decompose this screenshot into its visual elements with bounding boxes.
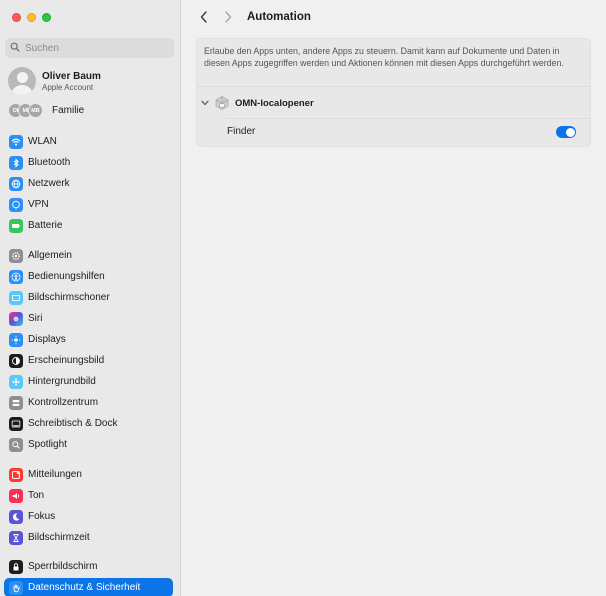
page-title: Automation (247, 11, 311, 23)
moon-icon (9, 509, 23, 524)
sidebar-item-label: Spotlight (28, 439, 67, 450)
sidebar-item-label: Batterie (28, 220, 63, 231)
accessibility-icon (9, 269, 23, 284)
screensaver-icon (9, 290, 23, 305)
divider (226, 118, 590, 119)
magnifier-icon (9, 437, 23, 452)
bell-icon (9, 467, 23, 482)
battery-icon (9, 218, 23, 233)
window-controls (12, 13, 51, 22)
sidebar-item-erscheinungsbild[interactable]: Erscheinungsbild (4, 351, 173, 370)
app-disclosure-row[interactable]: OMN-localopener (201, 95, 314, 111)
minimize-window-button[interactable] (27, 13, 36, 22)
account-name: Oliver Baum (42, 70, 101, 82)
sidebar-item-bildschirmzeit[interactable]: Bildschirmzeit (4, 528, 173, 547)
family-label: Familie (52, 105, 85, 116)
sidebar-item-label: Displays (28, 334, 66, 345)
sidebar-item-label: Sperrbildschirm (28, 561, 98, 572)
sidebar-item-bluetooth[interactable]: Bluetooth (4, 153, 173, 172)
sidebar-item-spotlight[interactable]: Spotlight (4, 435, 173, 454)
automation-description: Erlaube den Apps unten, andere Apps zu s… (204, 46, 564, 68)
sidebar-item-wlan[interactable]: WLAN (4, 132, 173, 151)
close-window-button[interactable] (12, 13, 21, 22)
sliders-icon (9, 395, 23, 410)
sidebar-item-bedienungshilfen[interactable]: Bedienungshilfen (4, 267, 173, 286)
divider (197, 86, 590, 87)
sidebar-item-label: Allgemein (28, 250, 72, 261)
forward-button[interactable] (221, 10, 235, 24)
gear-icon (9, 248, 23, 263)
sidebar-item-label: Schreibtisch & Dock (28, 418, 118, 429)
sidebar-item-vpn[interactable]: VPN (4, 195, 173, 214)
sidebar-item-siri[interactable]: Siri (4, 309, 173, 328)
sidebar: Oliver Baum Apple Account OI MI MB Famil… (0, 0, 181, 596)
speaker-icon (9, 488, 23, 503)
sidebar-item-schreibtisch-dock[interactable]: Schreibtisch & Dock (4, 414, 173, 433)
avatar (8, 67, 36, 95)
app-generic-icon (214, 95, 230, 111)
appearance-icon (9, 353, 23, 368)
search-input[interactable] (25, 42, 165, 54)
sidebar-item-label: Netzwerk (28, 178, 70, 189)
sidebar-item-label: Datenschutz & Sicherheit (28, 582, 141, 593)
flower-icon (9, 374, 23, 389)
sidebar-item-ton[interactable]: Ton (4, 486, 173, 505)
permission-label-finder: Finder (227, 126, 256, 137)
family-item[interactable]: OI MI MB Familie (8, 103, 84, 118)
sidebar-item-bildschirmschoner[interactable]: Bildschirmschoner (4, 288, 173, 307)
sidebar-item-sperrbildschirm[interactable]: Sperrbildschirm (4, 557, 173, 576)
sidebar-item-label: VPN (28, 199, 49, 210)
sidebar-item-mitteilungen[interactable]: Mitteilungen (4, 465, 173, 484)
globe-icon (9, 176, 23, 191)
sidebar-item-label: Bildschirmzeit (28, 532, 90, 543)
apple-account[interactable]: Oliver Baum Apple Account (8, 67, 101, 95)
family-avatar: MB (28, 103, 43, 118)
dock-icon (9, 416, 23, 431)
sidebar-item-displays[interactable]: Displays (4, 330, 173, 349)
sidebar-item-fokus[interactable]: Fokus (4, 507, 173, 526)
main-content: Automation Erlaube den Apps unten, ander… (181, 0, 606, 596)
sun-icon (9, 332, 23, 347)
zoom-window-button[interactable] (42, 13, 51, 22)
settings-window: Oliver Baum Apple Account OI MI MB Famil… (0, 0, 606, 596)
sidebar-item-datenschutz-sicherheit[interactable]: Datenschutz & Sicherheit (4, 578, 173, 596)
chevron-left-icon (200, 11, 207, 23)
automation-card: Erlaube den Apps unten, andere Apps zu s… (196, 38, 591, 147)
sidebar-item-batterie[interactable]: Batterie (4, 216, 173, 235)
sidebar-item-label: Hintergrundbild (28, 376, 96, 387)
sidebar-item-label: Siri (28, 313, 43, 324)
chevron-right-icon (225, 11, 232, 23)
vpn-globe-icon (9, 197, 23, 212)
sidebar-item-allgemein[interactable]: Allgemein (4, 246, 173, 265)
siri-icon (9, 311, 23, 326)
account-subtitle: Apple Account (42, 82, 94, 92)
sidebar-item-label: WLAN (28, 136, 57, 147)
finder-permission-toggle[interactable] (556, 126, 576, 138)
sidebar-item-label: Bildschirmschoner (28, 292, 110, 303)
hand-icon (9, 580, 23, 595)
hourglass-icon (9, 530, 23, 545)
search-field[interactable] (5, 38, 174, 58)
sidebar-item-label: Mitteilungen (28, 469, 82, 480)
search-icon (10, 42, 20, 55)
app-name: OMN-localopener (235, 97, 314, 109)
sidebar-item-label: Kontrollzentrum (28, 397, 99, 408)
lock-icon (9, 559, 23, 574)
bluetooth-icon (9, 155, 23, 170)
back-button[interactable] (197, 10, 211, 24)
wifi-icon (9, 134, 23, 149)
sidebar-item-label: Ton (28, 490, 45, 501)
sidebar-item-kontrollzentrum[interactable]: Kontrollzentrum (4, 393, 173, 412)
sidebar-item-label: Bluetooth (28, 157, 71, 168)
sidebar-item-label: Bedienungshilfen (28, 271, 105, 282)
sidebar-item-hintergrundbild[interactable]: Hintergrundbild (4, 372, 173, 391)
sidebar-item-label: Erscheinungsbild (28, 355, 105, 366)
chevron-down-icon[interactable] (201, 99, 209, 107)
sidebar-item-netzwerk[interactable]: Netzwerk (4, 174, 173, 193)
sidebar-item-label: Fokus (28, 511, 56, 522)
